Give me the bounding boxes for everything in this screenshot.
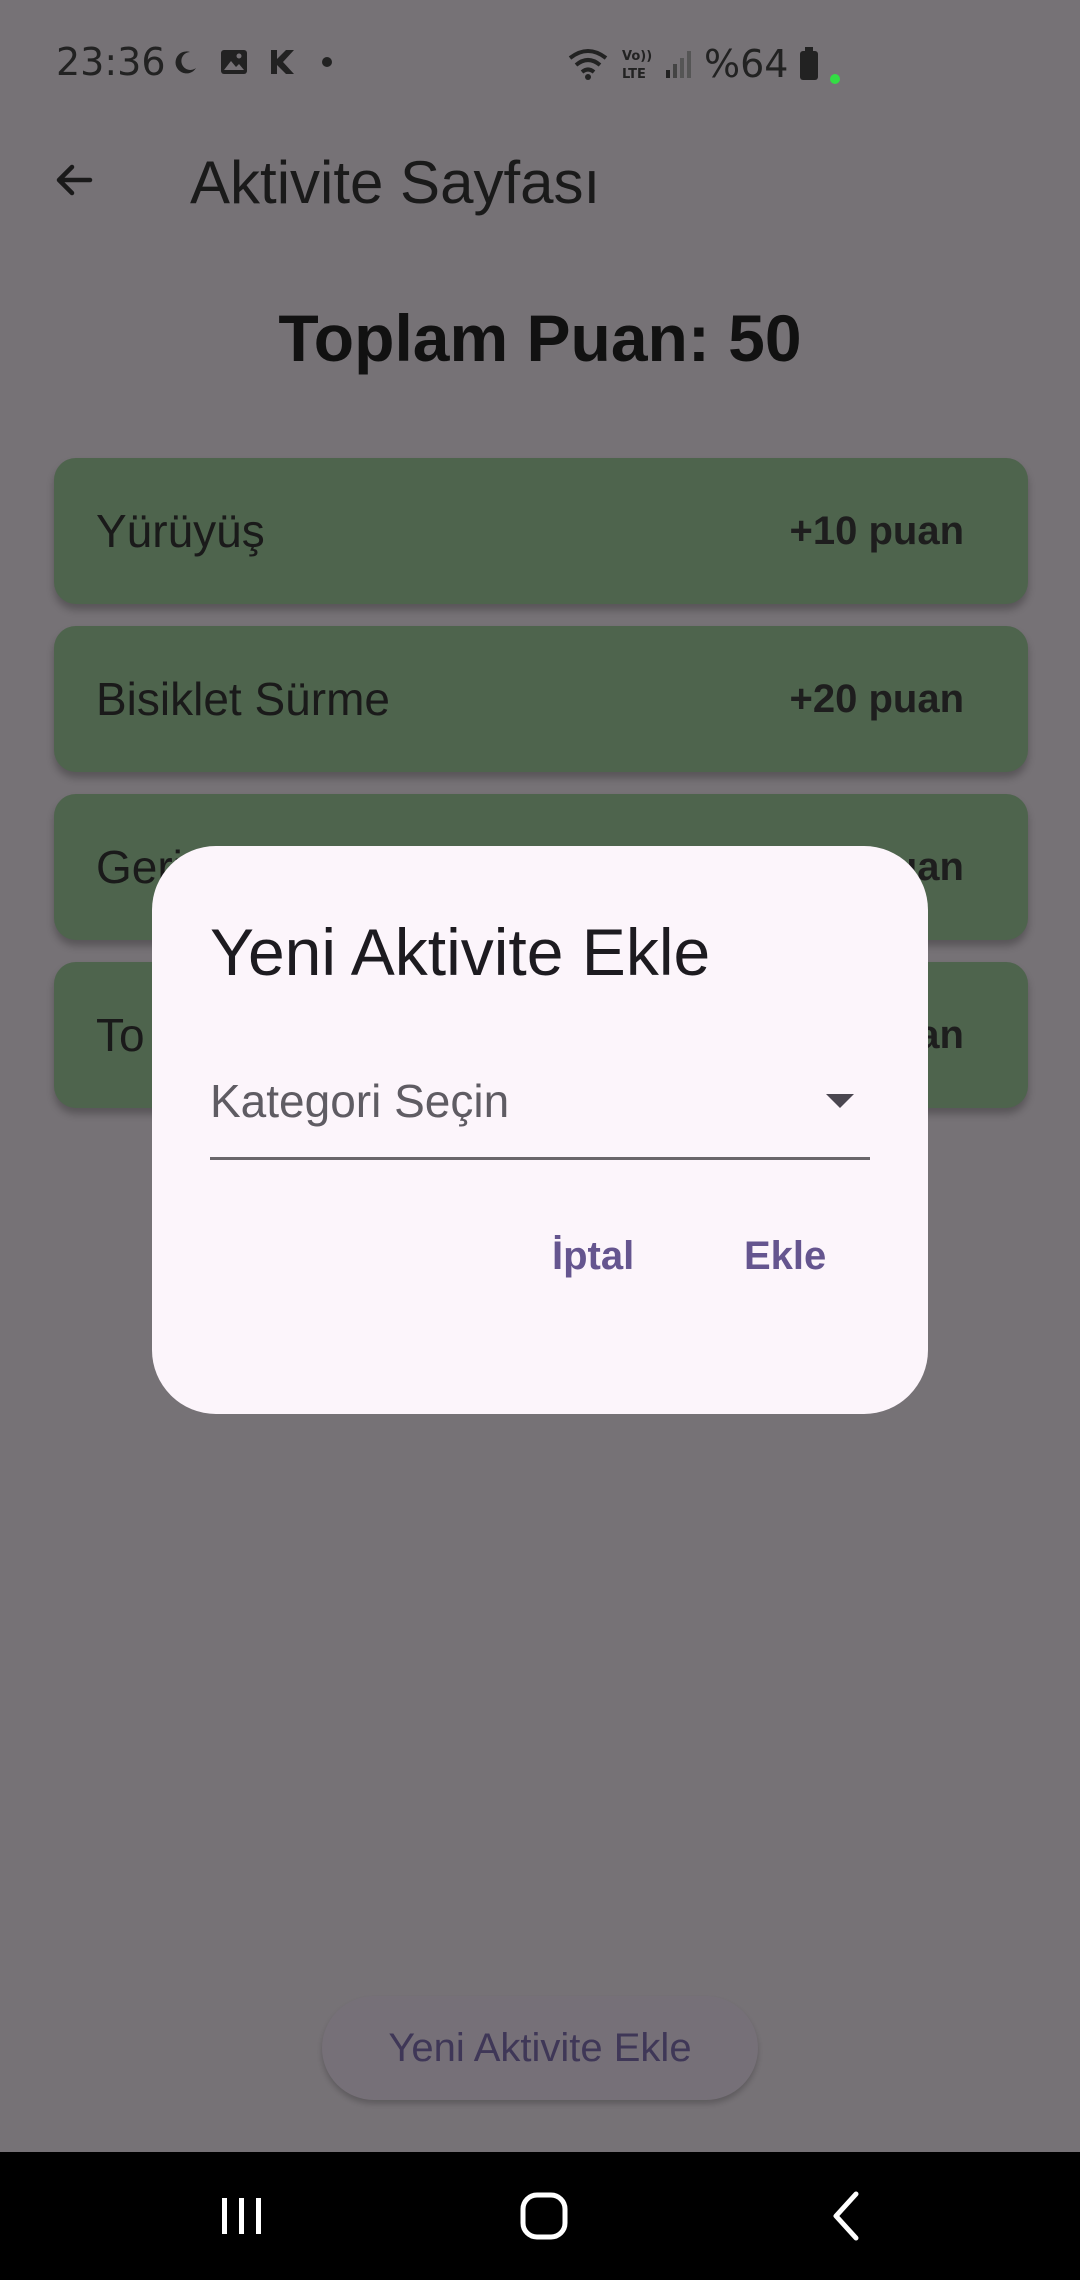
privacy-indicator [830,74,841,84]
dot-icon [322,57,332,67]
svg-text:LTE: LTE [622,67,646,82]
dropdown-arrow-icon [826,1094,854,1108]
svg-text:Vo)): Vo)) [622,49,652,64]
add-activity-button[interactable]: Yeni Aktivite Ekle [322,1996,758,2100]
cancel-button[interactable]: İptal [552,1234,634,1279]
dialog-title: Yeni Aktivite Ekle [210,915,711,989]
status-bar: 23:36 Vo)) LTE %64 [0,0,1080,130]
activity-name: To [96,1009,145,1061]
activity-card[interactable]: Bisiklet Sürme +20 puan [54,626,1028,772]
system-nav-bar [0,2152,1080,2280]
activity-points: +20 puan [789,676,964,721]
back-button[interactable] [40,146,108,214]
recent-apps-icon [222,2198,261,2234]
wifi-icon [568,49,608,80]
nav-back-button[interactable] [806,2182,886,2250]
status-time: 23:36 [56,40,166,84]
moon-icon [175,51,196,74]
dropdown-placeholder: Kategori Seçin [210,1075,510,1127]
app-k-icon [271,50,294,74]
activity-card[interactable]: Yürüyüş +10 puan [54,458,1028,604]
category-dropdown[interactable]: Kategori Seçin [210,1060,870,1160]
image-icon [221,50,247,74]
battery-percent: %64 [704,42,789,86]
activity-name: Yürüyüş [96,505,265,557]
activity-points: +10 puan [789,508,964,553]
app-bar: Aktivite Sayfası [0,130,1080,230]
notification-icons [170,46,332,78]
page-title: Aktivite Sayfası [190,149,601,216]
total-points: Toplam Puan: 50 [278,301,802,375]
home-icon [520,2192,568,2240]
signal-icon [666,51,691,78]
recent-apps-button[interactable] [202,2182,282,2250]
chevron-left-icon [833,2191,859,2241]
arrow-left-icon [56,164,93,196]
confirm-add-button[interactable]: Ekle [744,1234,826,1279]
activity-name: Bisiklet Sürme [96,673,390,725]
battery-icon [800,47,819,80]
volte-icon: Vo)) LTE [622,49,652,82]
system-icons: Vo)) LTE %64 [566,42,841,86]
add-activity-dialog: Yeni Aktivite Ekle Kategori Seçin İptal … [152,846,928,1414]
home-button[interactable] [504,2182,584,2250]
